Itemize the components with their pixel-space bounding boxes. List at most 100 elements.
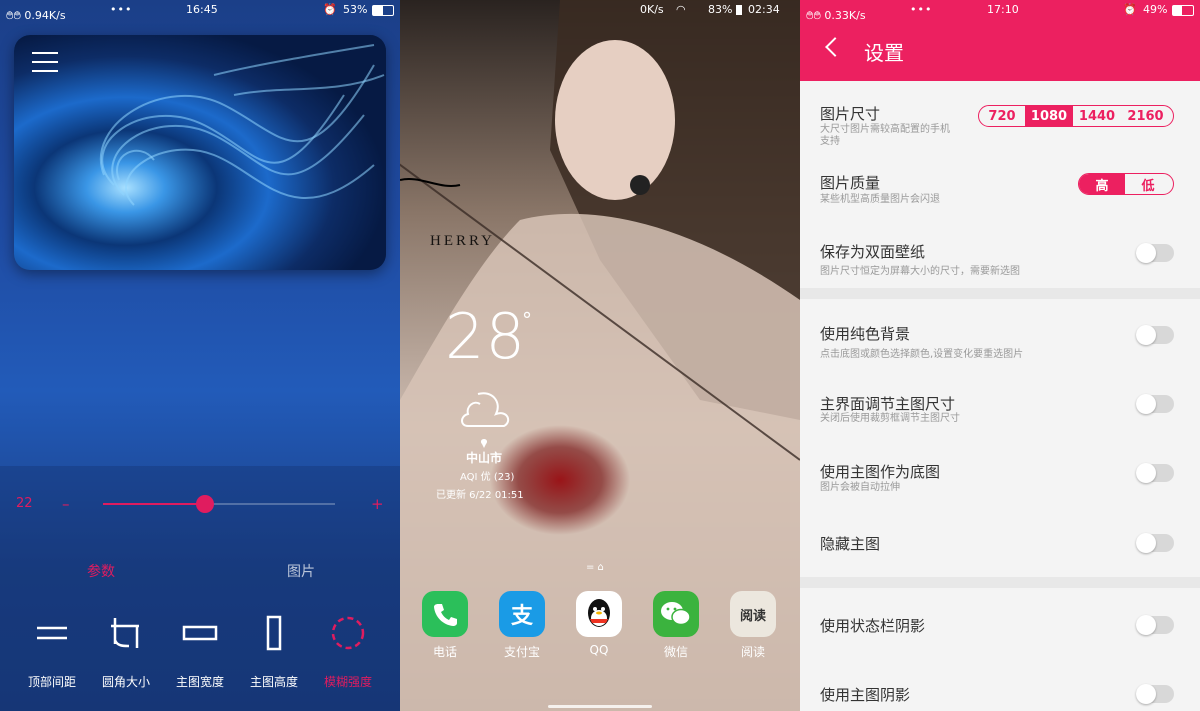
toggle-switch[interactable] [1136,615,1174,635]
tool-top-spacing[interactable]: 顶部间距 [17,615,87,690]
clock: 02:34 [748,3,780,16]
alipay-icon: 支 [499,591,545,637]
width-icon [165,615,235,651]
slider-fill [103,503,206,505]
battery-icon [736,5,742,15]
top-spacing-icon [17,615,87,651]
setting-subtitle: 图片尺寸恒定为屏幕大小的尺寸，需要新选图 [820,266,1020,277]
alarm-icon: ⏰ [323,3,337,16]
setting-solid-background[interactable]: 使用纯色背景 点击底图或颜色选择颜色,设置变化要重选图片 [800,299,1200,371]
page-title: 设置 [864,41,904,65]
status-bar: ࿉࿉ 0.94K/s ••• 16:45 ⏰ 53% [0,0,400,22]
app-label: 支付宝 [503,645,540,659]
home-screen: HERRY 0K/s ◠ 83% 02:34 28 ° 中山市 AQI 优 (2… [400,0,800,711]
tool-height[interactable]: 主图高度 [239,615,309,690]
more-dots: ••• [110,3,133,16]
quality-option-low[interactable]: 低 [1125,174,1171,194]
tab-params[interactable]: 参数 [87,561,115,581]
setting-title: 图片质量 [820,174,881,192]
qq-icon [576,591,622,637]
size-option-2160[interactable]: 2160 [1121,106,1170,126]
toggle-switch[interactable] [1136,463,1174,483]
wifi-icon: ◠ [676,3,686,16]
section-divider [800,288,1200,299]
slider-decrement[interactable]: – [62,495,70,513]
size-option-1440[interactable]: 1440 [1073,106,1121,126]
toggle-switch[interactable] [1136,533,1174,553]
battery-icon [372,5,394,16]
setting-title: 图片尺寸 [820,105,881,123]
menu-icon[interactable] [32,50,58,74]
app-label: 阅读 [740,645,765,659]
size-option-1080[interactable]: 1080 [1025,106,1073,126]
image-size-selector[interactable]: 720 1080 1440 2160 [978,105,1174,127]
setting-title: 使用主图阴影 [820,686,911,704]
battery-percent: 49% [1143,3,1168,16]
quality-selector[interactable]: 高 低 [1078,173,1174,195]
network-speed: 0K/s [640,3,664,16]
tool-blur[interactable]: 模糊强度 [313,615,383,690]
battery-icon [1172,5,1194,16]
app-reader[interactable]: 阅读 阅读 [726,591,780,660]
weather-aqi: AQI 优 (23) [460,472,515,483]
setting-main-as-background[interactable]: 使用主图作为底图 图片会被自动拉伸 [800,439,1200,507]
toggle-switch[interactable] [1136,684,1174,704]
app-wechat[interactable]: 微信 [649,591,703,660]
setting-double-wallpaper[interactable]: 保存为双面壁纸 图片尺寸恒定为屏幕大小的尺寸，需要新选图 [800,216,1200,288]
home-indicator[interactable] [548,705,652,708]
setting-main-shadow[interactable]: 使用主图阴影 [800,656,1200,711]
slider-value: 22 [16,496,33,511]
setting-title: 主界面调节主图尺寸 [820,395,956,413]
editor-screen: ࿉࿉ 0.94K/s ••• 16:45 ⏰ 53% 22 – + 参数 图片 … [0,0,400,711]
swirl-artwork [14,35,386,270]
tool-label: 主图宽度 [175,675,224,689]
wallpaper-text: HERRY [430,233,495,249]
tool-corner-radius[interactable]: 圆角大小 [91,615,161,690]
app-qq[interactable]: QQ [572,591,626,657]
back-arrow-icon[interactable] [825,37,845,57]
app-label: 电话 [432,645,457,659]
status-bar: ࿉࿉ 0.33K/s ••• 17:10 ⏰ 49% [800,0,1200,22]
network-speed: ࿉࿉ 0.94K/s [6,9,66,22]
reader-icon-text: 阅读 [739,608,766,624]
setting-subtitle: 关闭后使用裁剪框调节主图尺寸 [820,413,960,424]
setting-title: 使用纯色背景 [820,325,911,343]
toggle-switch[interactable] [1136,325,1174,345]
setting-title: 使用主图作为底图 [820,463,941,481]
app-label: QQ [589,643,609,657]
battery-percent: 83% [708,3,733,16]
app-phone[interactable]: 电话 [418,591,472,660]
status-bar: 0K/s ◠ 83% 02:34 [400,0,800,20]
slider-increment[interactable]: + [371,495,384,513]
setting-adjust-main-size[interactable]: 主界面调节主图尺寸 关闭后使用裁剪框调节主图尺寸 [800,371,1200,439]
degree-symbol: ° [522,308,532,332]
tab-image[interactable]: 图片 [287,561,315,581]
weather-city: 中山市 [466,451,503,465]
height-icon [239,615,309,651]
quality-option-high[interactable]: 高 [1079,174,1125,194]
phone-icon [422,591,468,637]
app-alipay[interactable]: 支 支付宝 [495,591,549,660]
blur-icon [313,615,383,651]
weather-updated[interactable]: 已更新 6/22 01:51 [436,486,524,501]
size-option-720[interactable]: 720 [979,106,1025,126]
settings-screen: ࿉࿉ 0.33K/s ••• 17:10 ⏰ 49% 设置 图片尺寸 大尺寸图片… [800,0,1200,711]
wechat-icon [653,591,699,637]
setting-hide-main[interactable]: 隐藏主图 [800,507,1200,577]
clock: 17:10 [987,3,1019,16]
setting-subtitle: 某些机型高质量图片会闪退 [820,194,940,205]
slider-thumb[interactable] [196,495,215,513]
setting-statusbar-shadow[interactable]: 使用状态栏阴影 [800,588,1200,656]
app-bar: 设置 [800,20,1200,81]
corner-radius-icon [91,615,161,651]
setting-subtitle: 点击底图或颜色选择颜色,设置变化要重选图片 [820,349,1024,360]
section-divider [800,577,1200,588]
tool-label: 圆角大小 [101,675,150,689]
blur-slider[interactable] [103,495,335,513]
toggle-switch[interactable] [1136,243,1174,263]
main-image-preview[interactable] [14,35,386,270]
toggle-switch[interactable] [1136,394,1174,414]
tool-label: 主图高度 [249,675,298,689]
tool-width[interactable]: 主图宽度 [165,615,235,690]
setting-subtitle: 图片会被自动拉伸 [820,482,900,493]
